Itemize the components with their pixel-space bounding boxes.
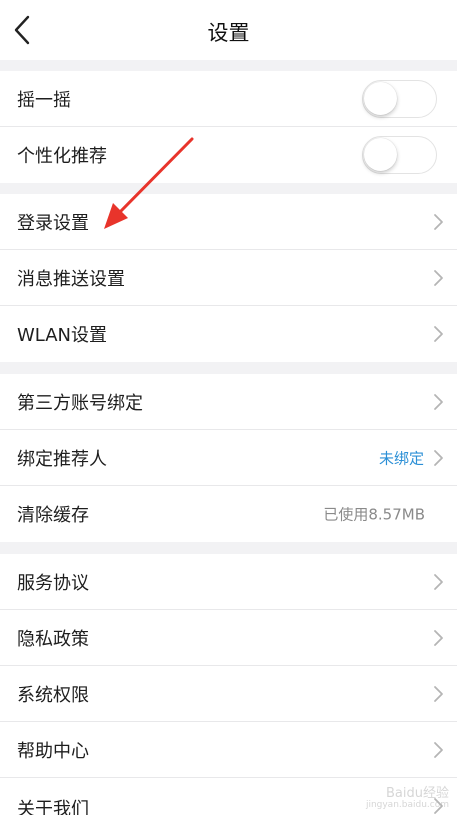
navigation-bar: 设置 xyxy=(0,0,457,60)
row-login-settings[interactable]: 登录设置 xyxy=(0,194,457,250)
group-account: 第三方账号绑定 绑定推荐人 未绑定 清除缓存 已使用8.57MB xyxy=(0,374,457,542)
row-personalized-recommend[interactable]: 个性化推荐 xyxy=(0,127,457,183)
group-info: 服务协议 隐私政策 系统权限 帮助中心 关于我们 xyxy=(0,554,457,815)
row-wlan-settings[interactable]: WLAN设置 xyxy=(0,306,457,362)
row-clear-cache[interactable]: 清除缓存 已使用8.57MB xyxy=(0,486,457,542)
row-label: 绑定推荐人 xyxy=(17,448,107,470)
row-shake[interactable]: 摇一摇 xyxy=(0,71,457,127)
chevron-right-icon xyxy=(434,449,443,466)
personalized-recommend-toggle[interactable] xyxy=(362,136,437,174)
row-push-settings[interactable]: 消息推送设置 xyxy=(0,250,457,306)
row-label: 摇一摇 xyxy=(17,89,71,111)
chevron-right-icon xyxy=(434,269,443,286)
chevron-right-icon xyxy=(434,393,443,410)
page-title: 设置 xyxy=(207,21,250,45)
row-third-party-binding[interactable]: 第三方账号绑定 xyxy=(0,374,457,430)
row-bind-referrer[interactable]: 绑定推荐人 未绑定 xyxy=(0,430,457,486)
row-label: 关于我们 xyxy=(17,799,89,815)
shake-toggle[interactable] xyxy=(362,79,437,118)
group-toggles: 摇一摇 个性化推荐 xyxy=(0,71,457,183)
row-label: 消息推送设置 xyxy=(17,268,125,290)
group-settings: 登录设置 消息推送设置 WLAN设置 xyxy=(0,194,457,362)
row-service-agreement[interactable]: 服务协议 xyxy=(0,554,457,610)
row-label: 个性化推荐 xyxy=(17,146,107,167)
chevron-right-icon xyxy=(434,573,443,590)
toggle-knob xyxy=(364,138,397,171)
row-label: WLAN设置 xyxy=(17,325,108,346)
chevron-right-icon xyxy=(434,326,443,342)
row-label: 登录设置 xyxy=(17,212,89,234)
watermark-text: Baidu经验 xyxy=(386,785,449,801)
baidu-watermark: Baidu经验 jingyan.baidu.com xyxy=(365,785,449,811)
row-help-center[interactable]: 帮助中心 xyxy=(0,722,457,778)
row-label: 服务协议 xyxy=(17,572,89,594)
row-label: 清除缓存 xyxy=(17,505,89,526)
row-label: 帮助中心 xyxy=(17,740,89,762)
cache-size: 已使用8.57MB xyxy=(323,505,425,524)
row-system-permissions[interactable]: 系统权限 xyxy=(0,666,457,722)
row-privacy-policy[interactable]: 隐私政策 xyxy=(0,610,457,666)
row-label: 第三方账号绑定 xyxy=(17,392,143,414)
row-label: 系统权限 xyxy=(17,684,89,706)
chevron-right-icon xyxy=(434,629,443,646)
row-label: 隐私政策 xyxy=(17,628,89,650)
chevron-right-icon xyxy=(434,741,443,758)
chevron-right-icon xyxy=(434,213,443,230)
chevron-right-icon xyxy=(434,685,443,702)
toggle-knob xyxy=(364,81,397,115)
watermark-sub: jingyan.baidu.com xyxy=(365,800,449,811)
referrer-status: 未绑定 xyxy=(378,449,424,467)
